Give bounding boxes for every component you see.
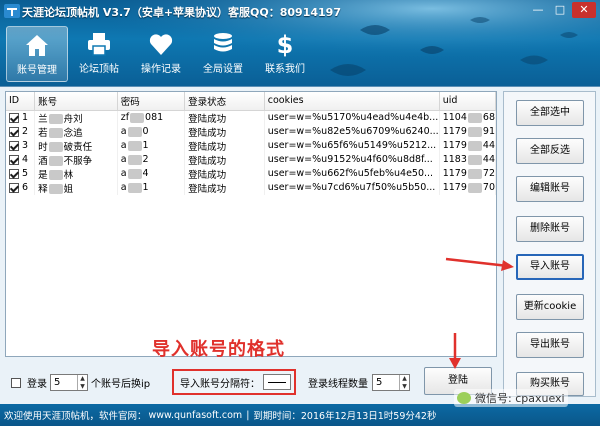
database-icon [214,33,232,52]
nav-label: 联系我们 [265,64,305,75]
app-header: 天涯论坛顶帖机 V3.7（安卓+苹果协议）客服QQ：80914197 — □ ✕… [0,0,600,86]
app-title: 天涯论坛顶帖机 V3.7（安卓+苹果协议）客服QQ：80914197 [22,6,341,19]
welcome-text: 欢迎使用天涯顶帖机，软件官网： [4,411,147,422]
nav-label: 账号管理 [17,65,57,76]
nav-label: 论坛顶帖 [79,64,119,75]
printer-icon [88,33,110,56]
nav-operation-log[interactable]: 操作记录 [130,26,192,82]
nav-label: 全局设置 [203,64,243,75]
main-panel: ID 账号 密码 登录状态 cookies uid 1 兰舟刘 zf 081 登陆成功 u… [0,86,600,404]
arrow-down-icon [449,333,461,369]
website-link[interactable]: www.qunfasoft.com [149,410,243,421]
nav-global-settings[interactable]: 全局设置 [192,26,254,82]
arrow-right-icon [445,257,514,271]
nav-forum-bump[interactable]: 论坛顶帖 [68,26,130,82]
wechat-watermark: 微信号: cpaxuexi [454,389,568,407]
heart-icon [149,34,173,55]
annotation-arrows [445,257,514,369]
main-nav: 账号管理 论坛顶帖 操作记录 全局设置 $ 联系我们 [6,26,316,82]
close-button[interactable]: ✕ [572,2,596,18]
maximize-button[interactable]: □ [550,2,570,18]
dollar-icon: $ [277,31,294,57]
status-separator: | [246,409,250,421]
watermark-text: 微信号: cpaxuexi [475,392,565,405]
minimize-button[interactable]: — [528,2,548,18]
nav-label: 操作记录 [141,64,181,75]
nav-account-management[interactable]: 账号管理 [6,26,68,82]
svg-text:$: $ [277,31,294,57]
status-bar: 欢迎使用天涯顶帖机，软件官网： www.qunfasoft.com | 到期时间… [0,404,600,426]
title-bar: 天涯论坛顶帖机 V3.7（安卓+苹果协议）客服QQ：80914197 — □ ✕ [0,0,600,22]
expiry-text: 到期时间：2016年12月13日1时59分42秒 [253,411,437,422]
wechat-icon [457,392,471,404]
window-controls: — □ ✕ [528,2,596,18]
app-icon [4,4,20,18]
nav-contact-us[interactable]: $ 联系我们 [254,26,316,82]
home-icon [26,35,48,56]
